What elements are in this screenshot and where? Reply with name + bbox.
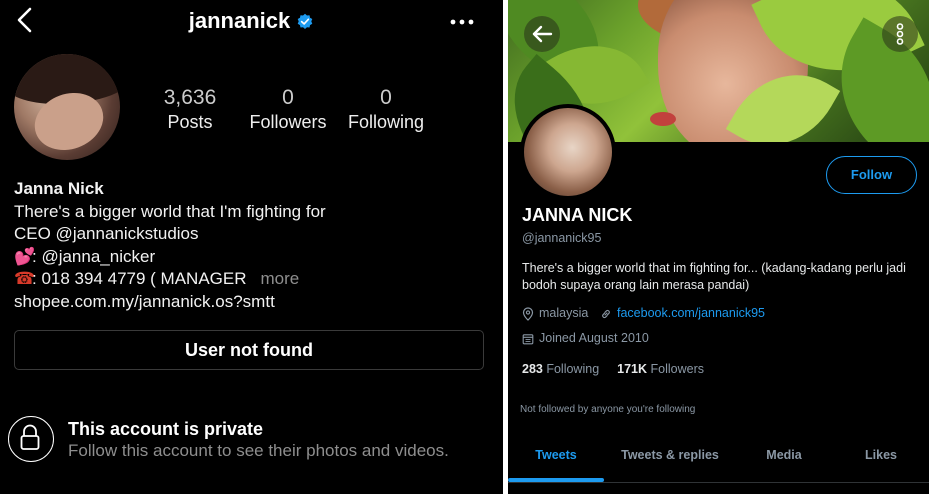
private-account-subtitle: Follow this account to see their photos …: [68, 441, 449, 460]
telephone-emoji-icon: ☎: [14, 269, 36, 288]
tabs-divider: [508, 482, 929, 483]
posts-count: 3,636: [163, 86, 217, 109]
bio-link[interactable]: shopee.com.my/jannanick.os?smtt: [14, 291, 484, 314]
calendar-icon: [522, 333, 534, 345]
tab-likes[interactable]: Likes: [840, 432, 922, 480]
lock-icon: [8, 416, 54, 462]
posts-stat[interactable]: 3,636 Posts: [150, 86, 230, 133]
fanpage-text: : @janna_nicker: [32, 246, 156, 266]
following-count: 0: [380, 86, 392, 109]
profile-avatar[interactable]: [520, 104, 616, 200]
follow-button[interactable]: Follow: [826, 156, 917, 194]
bio-more-link[interactable]: more: [261, 269, 300, 288]
website-row[interactable]: facebook.com/jannanick95: [600, 306, 765, 320]
following-link[interactable]: 283 Following: [522, 362, 599, 376]
followers-stat[interactable]: 0 Followers: [244, 86, 332, 133]
vertical-dots-icon: [896, 23, 904, 45]
bio-line-tagline: There's a bigger world that I'm fighting…: [14, 201, 326, 221]
profile-tabs: Tweets Tweets & replies Media Likes: [508, 432, 929, 482]
twitter-profile-panel: Follow JANNA NICK @jannanick95 There's a…: [508, 0, 929, 494]
verified-badge-icon: [297, 13, 313, 30]
following-stat[interactable]: 0 Following: [344, 86, 428, 133]
not-followed-notice: Not followed by anyone you're following: [520, 404, 696, 415]
phone-text: : 018 394 4779 ( MANAGER: [32, 269, 247, 288]
display-name: Janna Nick: [14, 179, 104, 198]
following-count: 283: [522, 362, 543, 376]
bio-line-ceo: CEO @jannanickstudios: [14, 224, 199, 243]
username-title: jannanick: [188, 8, 291, 33]
joined-text: Joined August 2010: [539, 331, 649, 345]
followers-label: Followers: [249, 112, 327, 132]
tab-media[interactable]: Media: [744, 432, 824, 480]
profile-bio: Janna Nick There's a bigger world that I…: [14, 178, 484, 313]
joined-row: Joined August 2010: [522, 331, 649, 345]
location-text: malaysia: [539, 306, 589, 320]
user-handle: @jannanick95: [522, 231, 602, 245]
bio-line-fanpage: 💕: @janna_nicker: [14, 246, 484, 269]
link-icon: [602, 309, 610, 318]
instagram-profile-panel: jannanick 3,636 Posts 0 Followers 0 Foll…: [0, 0, 503, 494]
back-button[interactable]: [524, 16, 560, 52]
profile-bio: There's a bigger world that im fighting …: [522, 261, 906, 292]
heart-emoji-icon: 💕: [14, 246, 36, 266]
website-link[interactable]: facebook.com/jannanick95: [617, 306, 765, 320]
display-name: JANNA NICK: [522, 205, 633, 225]
followers-count: 171K: [617, 362, 648, 376]
location-pin-icon: [522, 307, 534, 321]
profile-username-header: jannanick: [0, 8, 503, 34]
user-not-found-button[interactable]: User not found: [14, 330, 484, 370]
tab-tweets-and-replies[interactable]: Tweets & replies: [608, 432, 732, 480]
posts-label: Posts: [167, 112, 213, 132]
more-options-button[interactable]: [882, 16, 918, 52]
more-options-icon[interactable]: [449, 12, 475, 32]
followers-label: Followers: [650, 362, 705, 376]
location-row: malaysia: [522, 306, 588, 321]
following-label: Following: [347, 112, 425, 132]
follow-counts: 283 Following 171K Followers: [522, 362, 704, 376]
bio-line-phone: ☎: 018 394 4779 ( MANAGER more: [14, 268, 484, 291]
followers-link[interactable]: 171K Followers: [617, 362, 704, 376]
following-label: Following: [546, 362, 600, 376]
private-account-title: This account is private: [68, 419, 264, 439]
profile-avatar[interactable]: [14, 54, 120, 160]
followers-count: 0: [282, 86, 294, 109]
tab-tweets[interactable]: Tweets: [508, 432, 604, 480]
back-arrow-icon: [532, 25, 553, 43]
